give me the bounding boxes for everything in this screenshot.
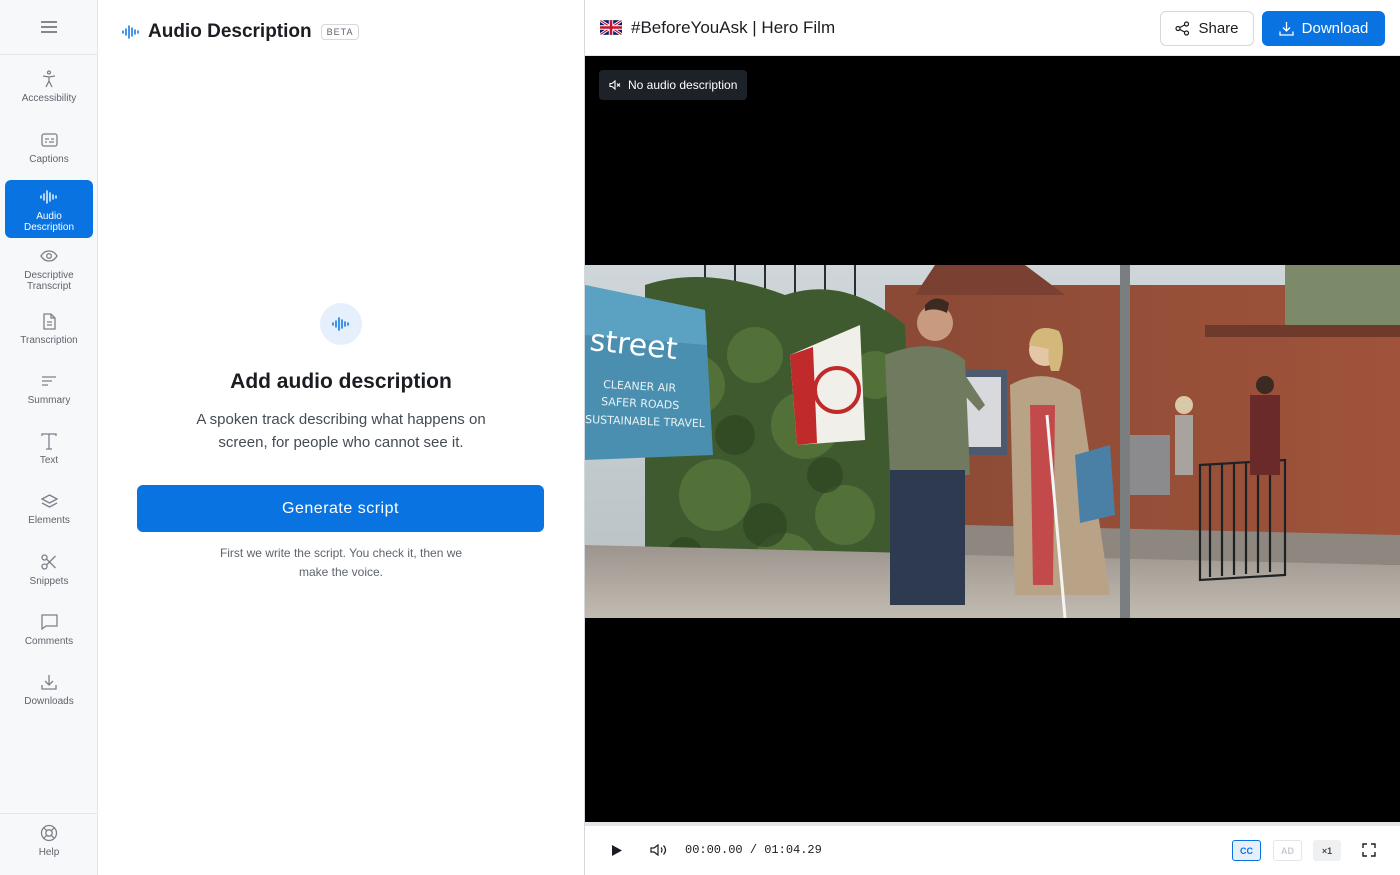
empty-state-title: Add audio description (230, 370, 452, 393)
speaker-icon (649, 843, 666, 857)
rail-item-label: Elements (28, 515, 70, 526)
download-label: Download (1301, 20, 1369, 37)
text-t-icon (40, 432, 58, 450)
eye-icon (40, 247, 58, 265)
rail-item-elements[interactable]: Elements (5, 492, 93, 526)
rail-item-comments[interactable]: Comments (5, 613, 93, 647)
audio-waveform-icon (122, 25, 139, 39)
uk-flag-icon (600, 20, 622, 35)
playback-speed-button[interactable]: ×1 (1313, 840, 1341, 861)
rail-footer: Help (0, 813, 97, 875)
layers-icon (40, 492, 58, 510)
menu-button[interactable] (0, 0, 97, 55)
document-icon (40, 312, 58, 330)
rail-item-transcription[interactable]: Transcription (5, 312, 93, 346)
rail-item-label: Comments (24, 636, 74, 647)
play-icon (612, 844, 622, 856)
panel-title: Audio Description (148, 21, 312, 42)
speaker-muted-icon (609, 80, 621, 90)
time-display: 00:00.00 / 01:04.29 (685, 843, 822, 857)
video-title: #BeforeYouAsk | Hero Film (631, 18, 836, 37)
share-label: Share (1198, 20, 1239, 37)
rail-item-label: Accessibility (21, 93, 77, 104)
rail-item-captions[interactable]: Captions (5, 131, 93, 165)
audio-waveform-icon (332, 317, 349, 331)
help-label: Help (38, 847, 60, 858)
time-separator: / (749, 843, 758, 857)
rail-item-label: Descriptive Transcript (24, 270, 74, 292)
left-rail: Accessibility Captions Audio Description… (0, 0, 98, 875)
video-stage[interactable]: No audio description street CLEANER AIR … (585, 56, 1400, 822)
person-accessibility-icon (40, 70, 58, 88)
lines-icon (40, 372, 58, 390)
download-button[interactable]: Download (1262, 11, 1385, 46)
current-time: 00:00.00 (685, 843, 743, 857)
audio-description-status-text: No audio description (628, 78, 738, 92)
volume-button[interactable] (648, 840, 668, 860)
download-icon (1278, 22, 1294, 36)
audio-description-toggle[interactable]: AD (1273, 840, 1302, 861)
beta-badge: BETA (320, 24, 360, 40)
video-frame: street CLEANER AIR SAFER ROADS SUSTAINAB… (585, 265, 1400, 618)
audio-description-status: No audio description (599, 70, 748, 100)
player-controls: 00:00.00 / 01:04.29 CC AD ×1 (585, 822, 1400, 875)
share-button[interactable]: Share (1160, 11, 1254, 46)
captions-icon (40, 131, 58, 149)
fullscreen-button[interactable] (1359, 840, 1379, 860)
rail-item-label: Text (39, 455, 59, 466)
audio-description-panel: Audio Description BETA Add audio descrip… (98, 0, 584, 875)
panel-header: Audio Description BETA (122, 20, 360, 44)
rail-item-text[interactable]: Text (5, 432, 93, 466)
generate-note: First we write the script. You check it,… (219, 546, 463, 579)
rail-item-accessibility[interactable]: Accessibility (5, 70, 93, 104)
rail-item-label: Captions (29, 154, 69, 165)
fullscreen-icon (1362, 843, 1376, 857)
rail-item-label: Summary (27, 395, 71, 406)
generate-script-button[interactable]: Generate script (137, 485, 544, 532)
rail-item-label: Transcription (20, 335, 78, 346)
rail-item-downloads[interactable]: Downloads (5, 673, 93, 707)
comment-icon (40, 613, 58, 631)
captions-toggle[interactable]: CC (1232, 840, 1261, 861)
rail-item-snippets[interactable]: Snippets (5, 553, 93, 587)
download-tray-icon (40, 673, 58, 691)
scissors-icon (40, 553, 58, 571)
empty-state-description: A spoken track describing what happens o… (196, 411, 486, 451)
help-button[interactable]: Help (5, 824, 93, 858)
hamburger-menu-icon (40, 21, 57, 33)
rail-item-label: Snippets (29, 576, 69, 587)
rail-item-descriptive-transcript[interactable]: Descriptive Transcript (5, 247, 93, 292)
audio-waveform-icon (40, 188, 58, 206)
rail-item-summary[interactable]: Summary (5, 372, 93, 406)
empty-state-icon (320, 303, 362, 345)
rail-item-label: Audio Description (23, 211, 75, 233)
play-button[interactable] (607, 840, 627, 860)
total-time: 01:04.29 (764, 843, 822, 857)
rail-item-label: Downloads (24, 696, 74, 707)
viewer-header: #BeforeYouAsk | Hero Film Share Download (585, 0, 1400, 56)
video-viewer: #BeforeYouAsk | Hero Film Share Download… (584, 0, 1400, 875)
share-icon (1175, 21, 1190, 36)
rail-item-audio-description[interactable]: Audio Description (5, 180, 93, 238)
lifebuoy-icon (40, 824, 58, 842)
